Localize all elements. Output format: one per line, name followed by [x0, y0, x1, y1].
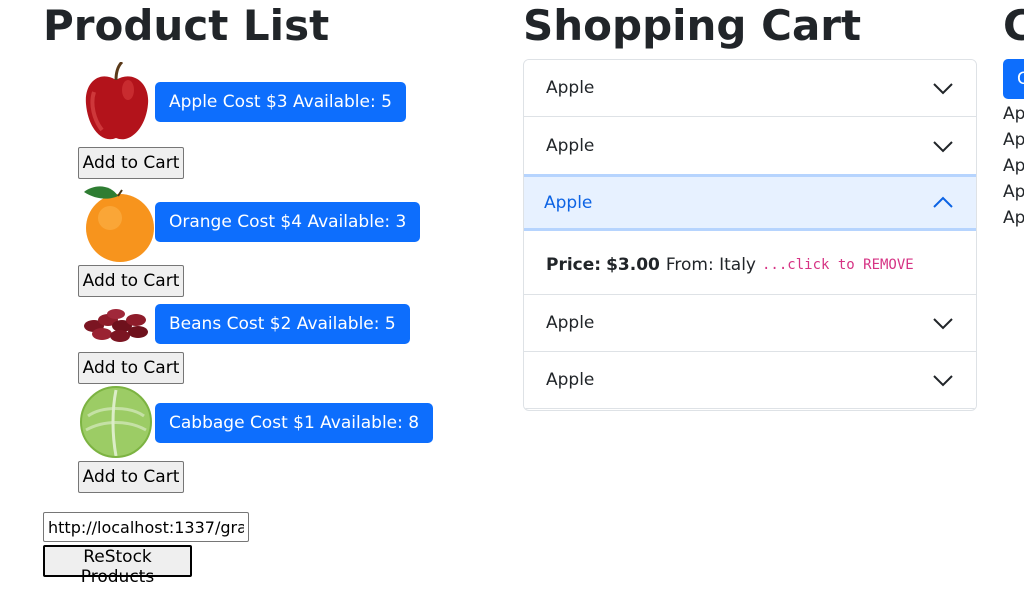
price-label: Price:: [546, 254, 602, 275]
cart-item-header[interactable]: Apple: [524, 295, 976, 352]
restock-products-button[interactable]: ReStock Products: [43, 545, 192, 587]
add-to-cart-button-apple[interactable]: Add to Cart: [78, 147, 184, 179]
cart-item-header[interactable]: Apple: [524, 118, 976, 175]
chevron-down-icon: [933, 141, 953, 153]
cart-accordion: Apple Apple Apple Price: $3.00 From: Ita…: [523, 59, 977, 411]
apple-image: [85, 62, 149, 140]
cart-item-header[interactable]: Apple: [524, 60, 976, 117]
product-button-apple[interactable]: Apple Cost $3 Available: 5: [155, 82, 406, 122]
price-value: $3.00: [606, 254, 660, 275]
cart-item-details[interactable]: Price: $3.00 From: Italy ...click to REM…: [524, 235, 976, 295]
checkout-line: Ap: [1003, 104, 1024, 124]
product-button-orange[interactable]: Orange Cost $4 Available: 3: [155, 202, 421, 242]
beans-image: [84, 309, 148, 342]
origin-text: From: Italy: [665, 254, 756, 275]
url-input[interactable]: [43, 512, 249, 542]
product-button-beans[interactable]: Beans Cost $2 Available: 5: [155, 304, 410, 344]
remove-hint[interactable]: ...click to REMOVE: [762, 257, 914, 273]
product-button-cabbage[interactable]: Cabbage Cost $1 Available: 8: [155, 403, 434, 443]
cart-item-label: Apple: [546, 78, 595, 98]
chevron-down-icon: [933, 375, 953, 387]
checkout-line: Ap: [1003, 208, 1024, 228]
add-to-cart-button-beans[interactable]: Add to Cart: [78, 352, 184, 384]
checkout-title: C: [1003, 1, 1024, 50]
checkout-button[interactable]: C: [1003, 59, 1024, 99]
orange-image: [84, 186, 154, 262]
add-to-cart-button-orange[interactable]: Add to Cart: [78, 265, 184, 297]
chevron-down-icon: [933, 318, 953, 330]
product-list-title: Product List: [43, 1, 330, 50]
cart-item-label: Apple: [544, 192, 593, 213]
checkout-line: Ap: [1003, 156, 1024, 176]
cart-item-label: Apple: [546, 370, 595, 390]
cart-item-header-expanded[interactable]: Apple: [524, 174, 976, 231]
checkout-line: Ap: [1003, 182, 1024, 202]
cart-item-label: Apple: [546, 313, 595, 333]
shopping-cart-title: Shopping Cart: [523, 1, 862, 50]
cart-item-header[interactable]: Apple: [524, 352, 976, 409]
cart-item-label: Apple: [546, 136, 595, 156]
chevron-up-icon: [933, 196, 953, 208]
cabbage-image: [80, 386, 152, 458]
add-to-cart-button-cabbage[interactable]: Add to Cart: [78, 461, 184, 493]
checkout-line: Ap: [1003, 130, 1024, 150]
chevron-down-icon: [933, 83, 953, 95]
